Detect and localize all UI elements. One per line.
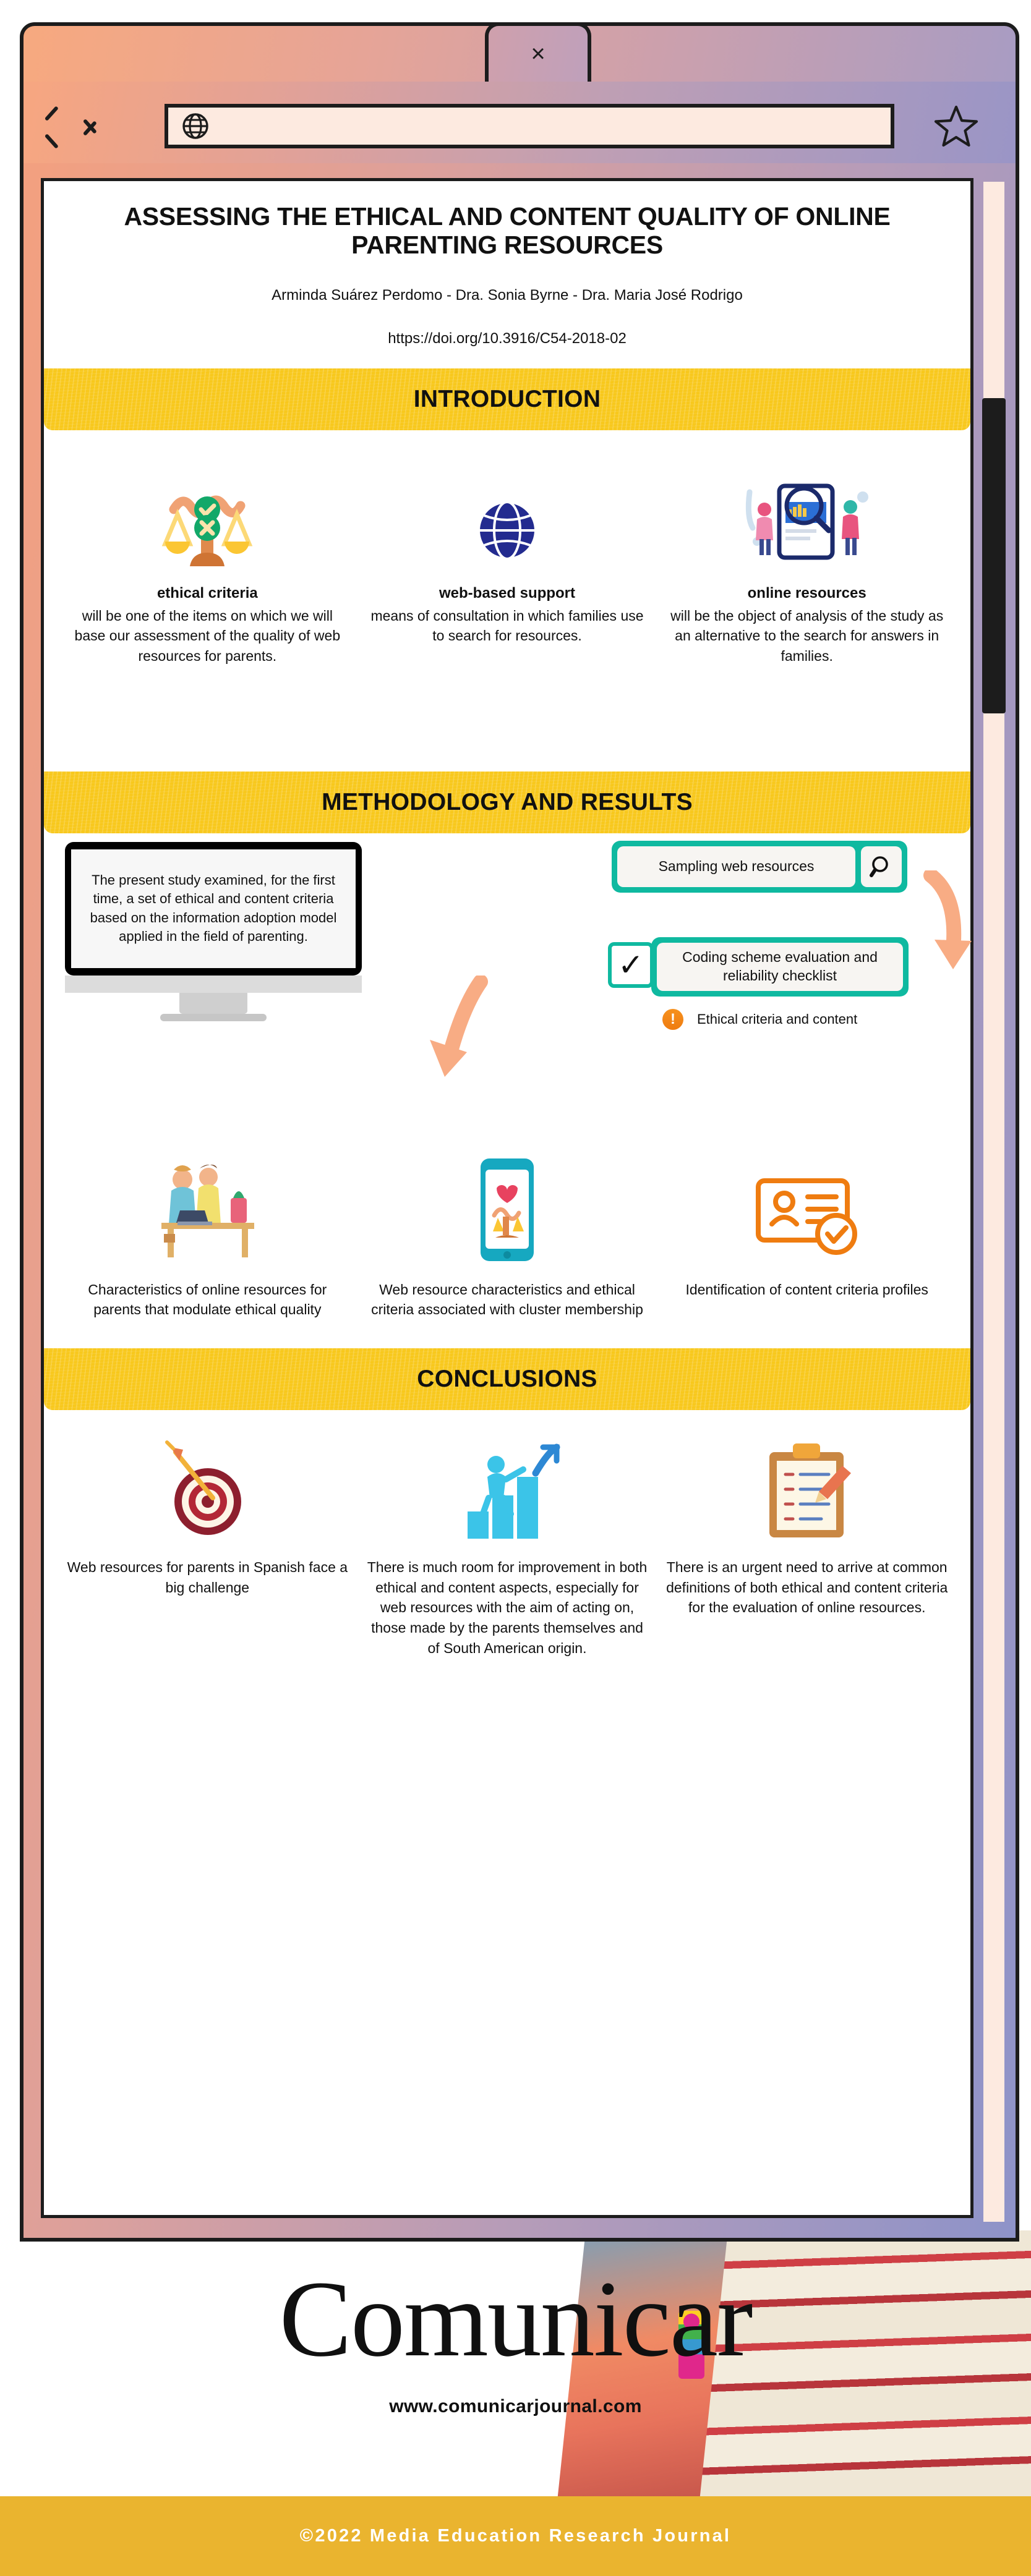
page-title: ASSESSING THE ETHICAL AND CONTENT QUALIT… bbox=[124, 202, 891, 260]
result-column-body: Identification of content criteria profi… bbox=[685, 1281, 928, 1298]
intro-column: ethical criteria will be one of the item… bbox=[58, 455, 357, 666]
forward-arrow-icon[interactable] bbox=[80, 112, 96, 140]
intro-column-body: will be the object of analysis of the st… bbox=[670, 607, 944, 664]
id-profile-icon bbox=[665, 1149, 948, 1266]
growth-steps-icon bbox=[366, 1426, 649, 1544]
conclusion-column: There is an urgent need to arrive at com… bbox=[657, 1426, 957, 1658]
intro-column-title: web-based support bbox=[438, 584, 576, 601]
mobile-analysis-icon bbox=[366, 1149, 649, 1266]
close-icon[interactable]: × bbox=[489, 26, 588, 82]
doi-link[interactable]: https://doi.org/10.3916/C54-2018-02 bbox=[44, 330, 970, 347]
monitor-frame: The present study examined, for the firs… bbox=[65, 841, 362, 976]
result-column-body: Web resource characteristics and ethical… bbox=[371, 1281, 643, 1318]
alert-icon: ! bbox=[662, 1008, 683, 1030]
navigation-controls bbox=[42, 109, 129, 143]
coding-scheme-box[interactable]: Coding scheme evaluation and reliability… bbox=[651, 937, 909, 997]
globe-icon bbox=[182, 113, 208, 139]
section-title: METHODOLOGY AND RESULTS bbox=[322, 788, 693, 815]
monitor-screen: The present study examined, for the firs… bbox=[71, 849, 356, 968]
search-icon[interactable] bbox=[861, 846, 902, 887]
result-column: Characteristics of online resources for … bbox=[58, 1149, 357, 1320]
section-header-introduction: INTRODUCTION bbox=[44, 368, 970, 430]
conclusion-column-body: There is much room for improvement in bo… bbox=[367, 1558, 648, 1656]
browser-window: × ASSESSING THE ETHICAL AND CONTENT QUAL… bbox=[5, 11, 1019, 2242]
journal-url[interactable]: www.comunicarjournal.com bbox=[0, 2396, 1031, 2417]
section-title: INTRODUCTION bbox=[413, 385, 601, 412]
conclusion-column: Web resources for parents in Spanish fac… bbox=[58, 1426, 357, 1658]
online-research-icon bbox=[665, 455, 948, 572]
search-input[interactable]: Sampling web resources bbox=[617, 846, 855, 887]
methodology-top-row: The present study examined, for the firs… bbox=[44, 833, 972, 1142]
copyright-text: ©2022 Media Education Research Journal bbox=[299, 2526, 732, 2546]
section-header-methodology: METHODOLOGY AND RESULTS bbox=[44, 771, 970, 833]
check-icon[interactable]: ✓ bbox=[608, 942, 654, 988]
monitor-neck bbox=[65, 975, 362, 993]
result-column-body: Characteristics of online resources for … bbox=[88, 1281, 327, 1318]
section-title: CONCLUSIONS bbox=[417, 1365, 597, 1392]
bookmark-star-icon[interactable] bbox=[933, 103, 980, 150]
warning-note: ! Ethical criteria and content bbox=[662, 1008, 858, 1030]
journal-footer: Comunicar www.comunicarjournal.com bbox=[0, 2230, 1031, 2496]
target-dart-icon bbox=[66, 1426, 349, 1544]
poster-document: ASSESSING THE ETHICAL AND CONTENT QUALIT… bbox=[41, 178, 973, 2218]
introduction-columns: ethical criteria will be one of the item… bbox=[44, 455, 970, 666]
study-summary-text: The present study examined, for the firs… bbox=[90, 872, 337, 944]
browser-tab[interactable]: × bbox=[485, 22, 591, 82]
family-computer-icon bbox=[66, 1149, 349, 1266]
monitor-stand bbox=[179, 992, 247, 1014]
intro-column: online resources will be the object of a… bbox=[657, 455, 957, 666]
monitor-illustration: The present study examined, for the firs… bbox=[65, 841, 362, 1021]
arrow-down-right-icon bbox=[923, 870, 972, 969]
coding-scheme-label: Coding scheme evaluation and reliability… bbox=[657, 942, 903, 991]
result-column: Identification of content criteria profi… bbox=[657, 1149, 957, 1320]
conclusion-column: There is much room for improvement in bo… bbox=[357, 1426, 657, 1658]
clipboard-checklist-icon bbox=[665, 1426, 948, 1544]
methodology-results-columns: Characteristics of online resources for … bbox=[44, 1149, 970, 1320]
page-viewport: ASSESSING THE ETHICAL AND CONTENT QUALIT… bbox=[20, 163, 1019, 2242]
warning-label: Ethical criteria and content bbox=[697, 1011, 858, 1027]
author-list: Arminda Suárez Perdomo - Dra. Sonia Byrn… bbox=[272, 286, 743, 304]
sampling-search-box[interactable]: Sampling web resources bbox=[612, 840, 907, 893]
result-column: Web resource characteristics and ethical… bbox=[357, 1149, 657, 1320]
page-root: × ASSESSING THE ETHICAL AND CONTENT QUAL… bbox=[0, 0, 1031, 2576]
comunicar-logo: Comunicar bbox=[279, 2259, 753, 2379]
conclusions-columns: Web resources for parents in Spanish fac… bbox=[44, 1426, 970, 1658]
back-arrow-icon[interactable] bbox=[42, 112, 58, 140]
copyright-bar: ©2022 Media Education Research Journal bbox=[0, 2496, 1031, 2576]
intro-column-body: means of consultation in which families … bbox=[370, 607, 644, 644]
intro-column-title: online resources bbox=[747, 584, 866, 601]
balance-scale-icon bbox=[66, 455, 349, 572]
intro-column: web-based support means of consultation … bbox=[357, 455, 657, 666]
monitor-base bbox=[160, 1013, 267, 1021]
intro-column-title: ethical criteria bbox=[156, 584, 258, 601]
intro-column-body: will be one of the items on which we wil… bbox=[74, 607, 341, 664]
conclusion-column-body: Web resources for parents in Spanish fac… bbox=[67, 1558, 348, 1596]
conclusion-column-body: There is an urgent need to arrive at com… bbox=[666, 1558, 948, 1616]
arrow-down-left-icon bbox=[430, 975, 488, 1077]
scrollbar-thumb[interactable] bbox=[982, 398, 1006, 713]
section-header-conclusions: CONCLUSIONS bbox=[44, 1348, 970, 1410]
address-bar[interactable] bbox=[165, 104, 894, 148]
globe-icon bbox=[366, 455, 649, 572]
